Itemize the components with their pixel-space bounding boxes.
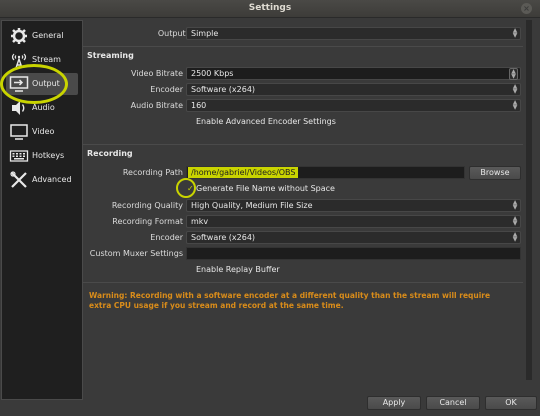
close-icon[interactable]: × [521, 3, 532, 14]
sidebar-item-label: Audio [32, 103, 55, 112]
recording-format-select[interactable]: mkv ▲ ▼ [186, 215, 521, 228]
sidebar-item-hotkeys[interactable]: Hotkeys [6, 145, 78, 167]
streaming-encoder-select[interactable]: Software (x264) ▲ ▼ [186, 83, 521, 96]
tools-icon [10, 171, 27, 188]
recording-encoder-select[interactable]: Software (x264) ▲ ▼ [186, 231, 521, 244]
sidebar-item-label: Advanced [32, 175, 72, 184]
chevron-updown-icon: ▲ ▼ [512, 215, 518, 227]
output-mode-select[interactable]: Simple ▲ ▼ [186, 27, 521, 40]
sidebar-item-label: Video [32, 127, 55, 136]
warning-text: Warning: Recording with a software encod… [89, 291, 491, 310]
keyboard-icon [9, 150, 29, 162]
streaming-encoder-label: Encoder [150, 85, 183, 94]
title-bar: Settings × [0, 0, 540, 18]
scrollbar[interactable] [526, 20, 532, 380]
ok-button[interactable]: OK [485, 396, 537, 410]
chevron-updown-icon: ▲ ▼ [512, 99, 518, 111]
replay-buffer-checkbox[interactable]: Enable Replay Buffer [196, 265, 280, 274]
video-bitrate-spinbox[interactable]: 2500 Kbps ▲ ▼ [186, 67, 521, 80]
sidebar-item-advanced[interactable]: Advanced [6, 169, 78, 191]
recording-encoder-label: Encoder [150, 233, 183, 242]
sidebar-item-label: Hotkeys [32, 151, 65, 160]
advanced-encoder-checkbox[interactable]: Enable Advanced Encoder Settings [196, 117, 336, 126]
warning-divider [83, 282, 523, 283]
streaming-section [83, 46, 523, 47]
video-bitrate-label: Video Bitrate [130, 69, 183, 78]
recording-quality-select[interactable]: High Quality, Medium File Size ▲ ▼ [186, 199, 521, 212]
recording-format-label: Recording Format [112, 217, 183, 226]
generate-filename-checkbox[interactable]: Generate File Name without Space [196, 184, 335, 193]
checkmark-icon[interactable]: ✓ [187, 184, 194, 193]
recording-title: Recording [87, 149, 133, 158]
spinner-icon: ▲ ▼ [509, 68, 518, 80]
streaming-title: Streaming [87, 51, 134, 60]
audio-bitrate-select[interactable]: 160 ▲ ▼ [186, 99, 521, 112]
recording-section [83, 144, 523, 145]
chevron-updown-icon: ▲ ▼ [512, 199, 518, 211]
apply-button[interactable]: Apply [367, 396, 421, 410]
recording-path-input[interactable]: /home/gabriel/Videos/OBS [186, 166, 465, 179]
highlight-circle-output [0, 64, 68, 104]
chevron-updown-icon: ▲ ▼ [512, 83, 518, 95]
chevron-updown-icon: ▲ ▼ [512, 231, 518, 243]
window-title: Settings [248, 3, 292, 13]
cancel-button[interactable]: Cancel [426, 396, 480, 410]
custom-muxer-input[interactable] [186, 247, 521, 260]
gear-icon [11, 28, 27, 44]
sidebar-item-label: General [32, 31, 64, 40]
custom-muxer-label: Custom Muxer Settings [89, 249, 183, 258]
monitor-icon [10, 124, 28, 140]
sidebar-item-label: Stream [32, 55, 61, 64]
audio-bitrate-label: Audio Bitrate [130, 101, 183, 110]
recording-quality-label: Recording Quality [111, 201, 183, 210]
recording-path-label: Recording Path [122, 168, 183, 177]
browse-button[interactable]: Browse [469, 166, 521, 180]
sidebar-item-general[interactable]: General [6, 25, 78, 47]
sidebar-item-video[interactable]: Video [6, 121, 78, 143]
chevron-updown-icon: ▲ ▼ [512, 27, 518, 39]
settings-content: Output Mode Simple ▲ ▼ Streaming Video Bi… [83, 20, 523, 380]
